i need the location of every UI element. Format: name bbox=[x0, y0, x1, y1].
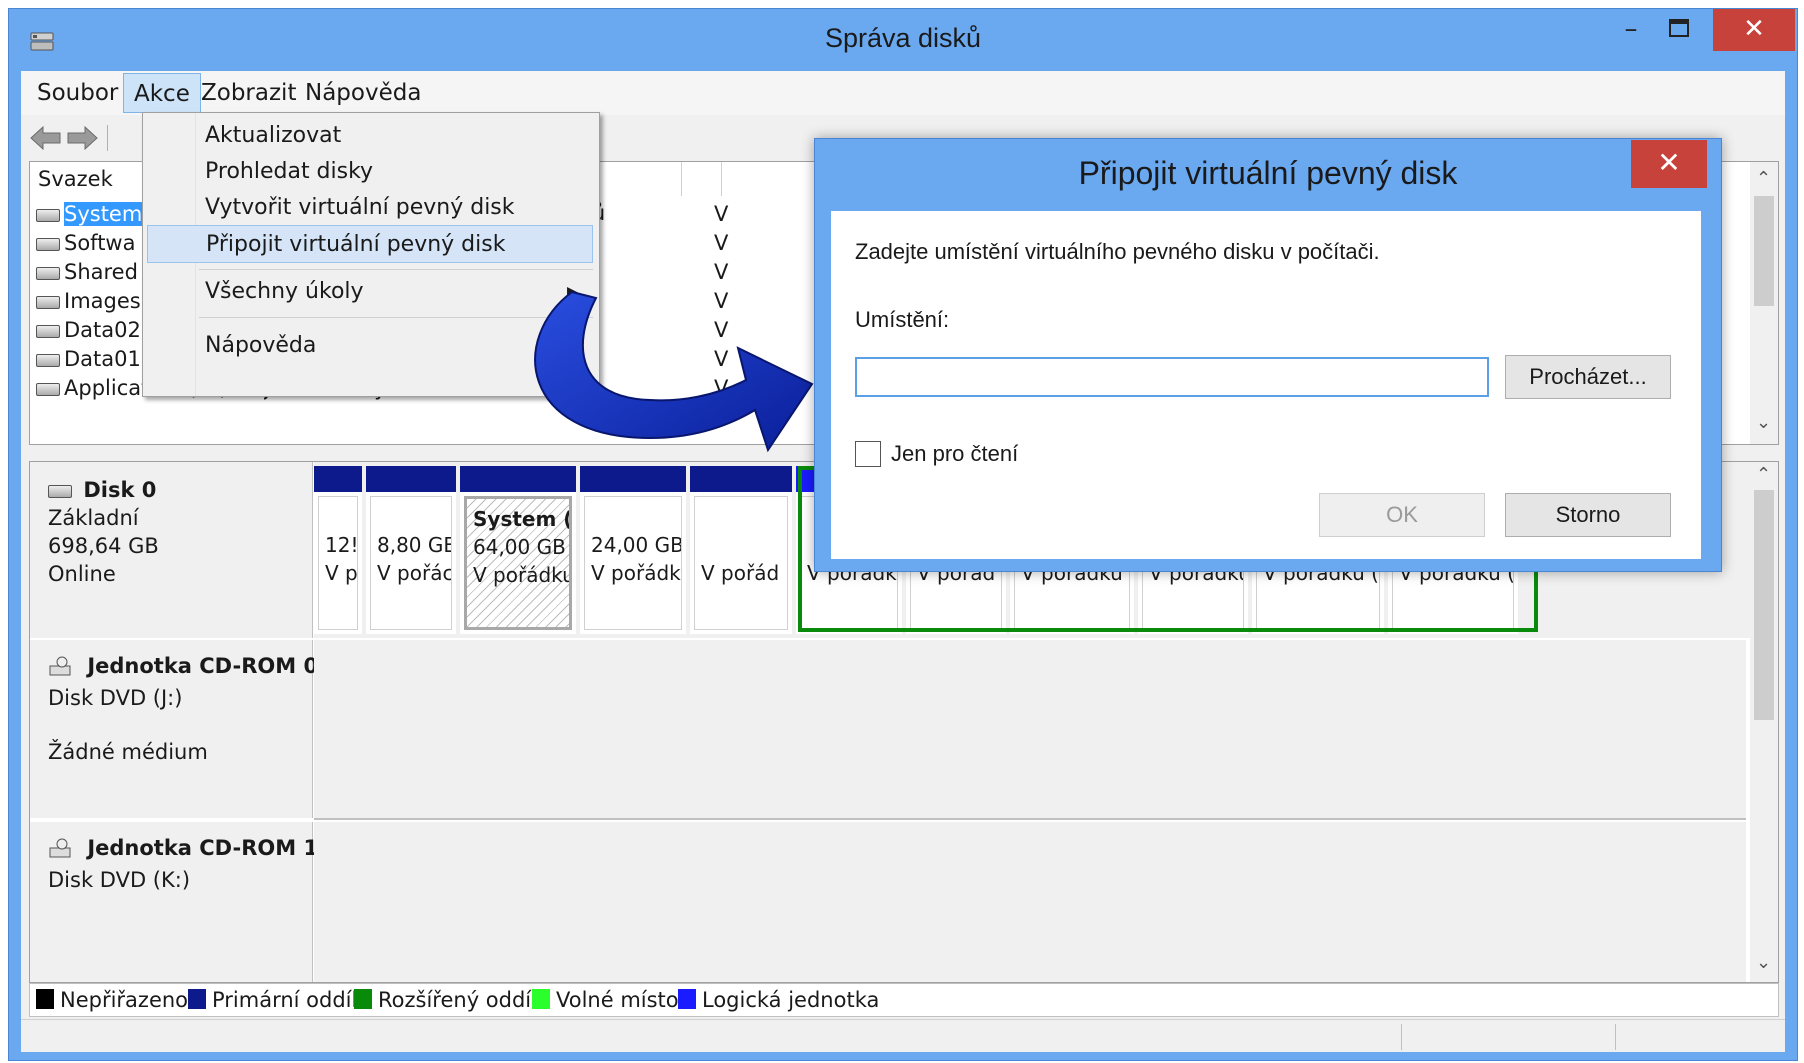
location-label: Umístění: bbox=[855, 307, 950, 332]
partition-size: 24,00 GB bbox=[591, 533, 682, 557]
legend-free-space: Volné místo bbox=[532, 987, 679, 1013]
partition-status: V p bbox=[325, 561, 358, 585]
scroll-up-icon[interactable]: ⌃ bbox=[1756, 168, 1771, 189]
dialog-close-button[interactable]: ✕ bbox=[1631, 140, 1707, 188]
legend-logical-drive: Logická jednotka bbox=[678, 987, 879, 1013]
drive-icon bbox=[36, 237, 60, 251]
partition[interactable]: System (C 64,00 GB N V pořádku bbox=[460, 466, 576, 634]
maximize-icon bbox=[1669, 19, 1689, 37]
partition-size: 64,00 GB N bbox=[473, 535, 569, 559]
title-bar[interactable]: Správa disků – ✕ bbox=[9, 9, 1797, 71]
scroll-down-icon[interactable]: ⌄ bbox=[1756, 412, 1771, 433]
back-arrow-icon[interactable] bbox=[29, 123, 63, 153]
menu-file[interactable]: Soubor bbox=[27, 71, 128, 115]
menu-item-rescan-disks[interactable]: Prohledat disky bbox=[147, 153, 593, 191]
cancel-button[interactable]: Storno bbox=[1505, 493, 1671, 537]
scrollbar-thumb[interactable] bbox=[1754, 196, 1774, 306]
status-bar bbox=[21, 1019, 1785, 1052]
disk-0-state: Online bbox=[48, 562, 116, 586]
partition-status: V pořádku bbox=[473, 563, 572, 587]
menu-separator bbox=[199, 269, 593, 270]
menu-item-create-vhd[interactable]: Vytvořit virtuální pevný disk bbox=[147, 189, 593, 227]
legend-extended: Rozšířený oddíl bbox=[354, 987, 537, 1013]
cdrom-1-name: Jednotka CD-ROM 1 bbox=[87, 836, 319, 860]
curved-arrow-icon bbox=[534, 290, 814, 453]
drive-icon bbox=[36, 382, 60, 396]
readonly-label: Jen pro čtení bbox=[891, 441, 1019, 466]
window-title: Správa disků bbox=[824, 23, 982, 53]
minimize-button[interactable]: – bbox=[1609, 9, 1653, 51]
disk-view-scrollbar[interactable]: ⌃ ⌄ bbox=[1750, 462, 1778, 982]
partition[interactable]: 12! V p bbox=[314, 466, 362, 634]
scroll-up-icon[interactable]: ⌃ bbox=[1756, 464, 1771, 485]
cd-rom-icon bbox=[49, 656, 71, 676]
cd-rom-icon bbox=[49, 838, 71, 858]
cdrom-0-label[interactable]: Jednotka CD-ROM 0 Disk DVD (J:) Žádné mé… bbox=[30, 640, 318, 818]
menu-bar: Soubor Akce Zobrazit Nápověda bbox=[21, 71, 1785, 115]
partition-color-bar bbox=[314, 466, 362, 492]
drive-icon bbox=[48, 484, 72, 498]
partition-status: V pořác bbox=[377, 561, 452, 585]
drive-icon bbox=[36, 266, 60, 280]
column-header-status[interactable] bbox=[682, 162, 722, 196]
menu-item-attach-vhd[interactable]: Připojit virtuální pevný disk bbox=[147, 225, 593, 263]
dialog-title: Připojit virtuální pevný disk bbox=[1078, 155, 1458, 191]
partition-size bbox=[701, 531, 787, 559]
menu-help[interactable]: Nápověda bbox=[295, 71, 431, 115]
menu-view[interactable]: Zobrazit bbox=[191, 71, 306, 115]
legend-unallocated: Nepřiřazeno bbox=[36, 987, 188, 1013]
drive-icon bbox=[36, 324, 60, 338]
attach-vhd-dialog: Připojit virtuální pevný disk ✕ Zadejte … bbox=[814, 138, 1722, 572]
cdrom-0-type: Disk DVD (J:) bbox=[48, 686, 183, 710]
disk-0-name: Disk 0 bbox=[83, 478, 157, 502]
partition-status: V pořád bbox=[701, 561, 780, 585]
volume-status: V bbox=[714, 231, 729, 255]
legend: Nepřiřazeno Primární oddíl Rozšířený odd… bbox=[29, 983, 1779, 1017]
location-input[interactable] bbox=[855, 357, 1489, 397]
legend-primary: Primární oddíl bbox=[188, 987, 357, 1013]
partition-status: V pořádk bbox=[591, 561, 681, 585]
partition[interactable]: V pořád bbox=[690, 466, 792, 634]
partition-title bbox=[377, 503, 451, 531]
dialog-prompt: Zadejte umístění virtuálního pevného dis… bbox=[855, 239, 1380, 264]
forward-arrow-icon[interactable] bbox=[65, 123, 99, 153]
partition[interactable]: 8,80 GB V pořác bbox=[366, 466, 456, 634]
partition-size: 8,80 GB bbox=[377, 533, 452, 557]
cdrom-0-state: Žádné médium bbox=[48, 740, 208, 764]
volume-status: V bbox=[714, 202, 729, 226]
disk-0-label[interactable]: Disk 0 Základní 698,64 GB Online bbox=[30, 462, 313, 638]
cdrom-1-area bbox=[314, 822, 1746, 982]
partition-title bbox=[325, 503, 357, 531]
cdrom-0-name: Jednotka CD-ROM 0 bbox=[87, 654, 319, 678]
volume-status: V bbox=[714, 260, 729, 284]
toolbar-separator bbox=[107, 125, 108, 151]
readonly-checkbox[interactable] bbox=[855, 441, 881, 467]
partition[interactable]: 24,00 GB V pořádk bbox=[580, 466, 686, 634]
column-header-volume[interactable]: Svazek bbox=[30, 162, 150, 196]
browse-button[interactable]: Procházet... bbox=[1505, 355, 1671, 399]
volume-list-scrollbar[interactable]: ⌃ ⌄ bbox=[1750, 162, 1778, 444]
cdrom-0-area bbox=[314, 640, 1746, 820]
menu-item-refresh[interactable]: Aktualizovat bbox=[147, 117, 593, 155]
partition-title bbox=[701, 503, 787, 531]
disk-0-size: 698,64 GB bbox=[48, 534, 159, 558]
dialog-content: Zadejte umístění virtuálního pevného dis… bbox=[831, 211, 1701, 559]
scrollbar-thumb[interactable] bbox=[1754, 490, 1774, 720]
menu-action[interactable]: Akce bbox=[123, 73, 201, 113]
close-button[interactable]: ✕ bbox=[1713, 9, 1795, 51]
drive-icon bbox=[36, 353, 60, 367]
maximize-button[interactable] bbox=[1657, 9, 1701, 51]
partition-title: System (C bbox=[473, 507, 572, 531]
drive-icon bbox=[36, 208, 60, 222]
scroll-down-icon[interactable]: ⌄ bbox=[1756, 952, 1771, 973]
partition-color-bar bbox=[366, 466, 456, 492]
cdrom-1-type: Disk DVD (K:) bbox=[48, 868, 191, 892]
cdrom-1-label[interactable]: Jednotka CD-ROM 1 Disk DVD (K:) bbox=[30, 822, 318, 982]
partition-title bbox=[591, 503, 681, 531]
drive-icon bbox=[36, 295, 60, 309]
ok-button[interactable]: OK bbox=[1319, 493, 1485, 537]
disk-0-type: Základní bbox=[48, 506, 139, 530]
partition-size: 12! bbox=[325, 533, 358, 557]
